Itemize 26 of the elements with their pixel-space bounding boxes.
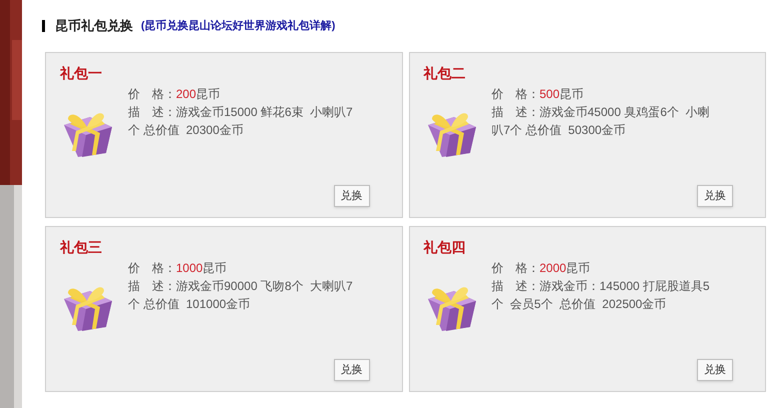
price-unit: 昆币: [560, 86, 584, 103]
package-title: 礼包一: [60, 65, 102, 83]
price-unit: 昆币: [566, 260, 590, 277]
package-title: 礼包四: [424, 239, 466, 257]
price-value: 1000: [176, 260, 203, 277]
package-description: 描 述：游戏金币：145000 打屁股道具5个 会员5个 总价值 202500金币: [492, 278, 711, 313]
price-value: 2000: [540, 260, 566, 277]
price-label: 价 格：: [492, 260, 540, 277]
price-label: 价 格：: [128, 260, 176, 277]
price-value: 200: [176, 86, 196, 103]
package-title: 礼包二: [424, 65, 466, 83]
price-label: 价 格：: [128, 86, 176, 103]
price-unit: 昆币: [202, 260, 227, 277]
section-subtitle: (昆币兑换昆山论坛好世界游戏礼包详解): [141, 18, 336, 34]
exchange-button[interactable]: 兑换: [334, 359, 370, 381]
section-title: 昆币礼包兑换: [55, 17, 133, 36]
exchange-button[interactable]: 兑换: [697, 185, 733, 207]
price-label: 价 格：: [492, 86, 540, 103]
package-description: 描 述：游戏金币45000 臭鸡蛋6个 小喇叭7个 总价值 50300金币: [492, 104, 711, 139]
package-title: 礼包三: [60, 239, 102, 257]
exchange-button[interactable]: 兑换: [697, 359, 733, 381]
package-description: 描 述：游戏金币15000 鲜花6束 小喇叭7个 总价值 20300金币: [128, 104, 354, 139]
exchange-button[interactable]: 兑换: [334, 185, 370, 207]
price-value: 500: [540, 86, 560, 103]
price-unit: 昆币: [196, 86, 220, 103]
package-description: 描 述：游戏金币90000 飞吻8个 大喇叭7个 总价值 101000金币: [128, 278, 354, 313]
